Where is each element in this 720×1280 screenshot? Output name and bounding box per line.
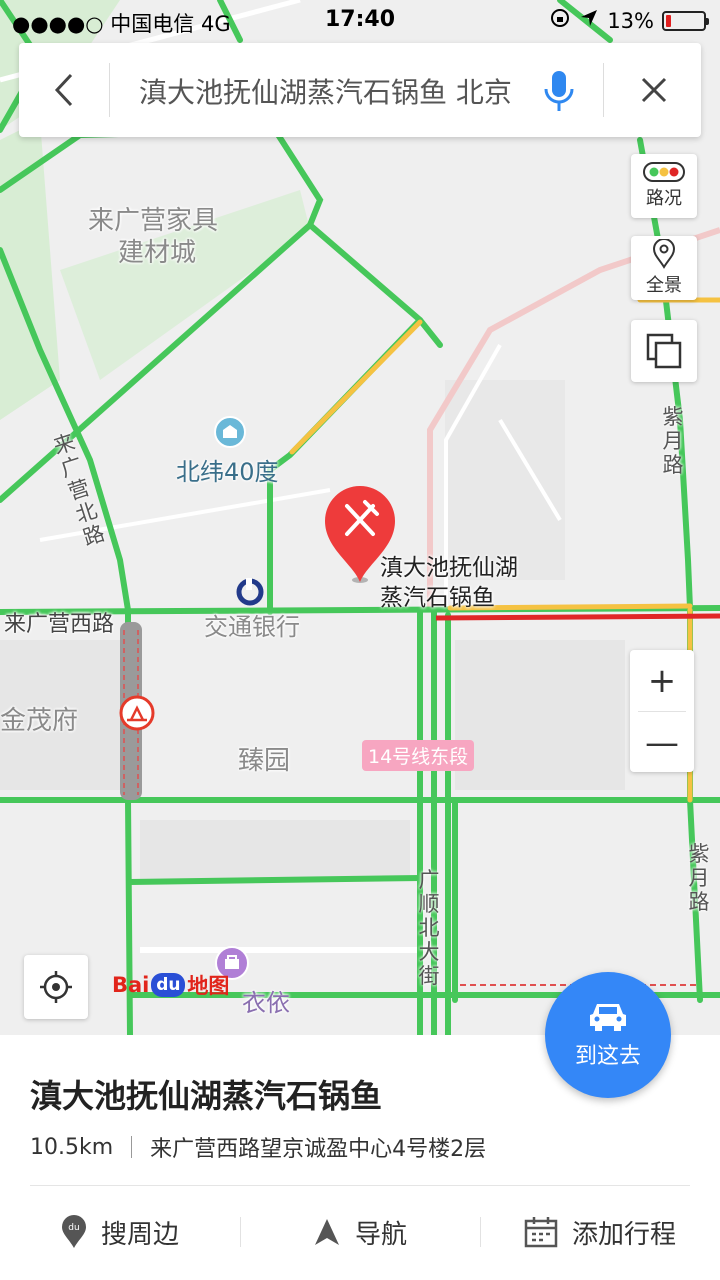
search-input[interactable]: 滇大池抚仙湖蒸汽石锅鱼 北京: [139, 71, 539, 111]
logo-text-map: 地图: [187, 974, 230, 998]
road-label-laiguangying-north: 来广营北路: [50, 429, 108, 551]
divider: [131, 1136, 133, 1158]
panorama-pin-icon: [652, 239, 676, 269]
go-here-button[interactable]: 到这去: [545, 972, 671, 1098]
go-here-label: 到这去: [574, 1044, 641, 1069]
svg-text:du: du: [68, 1223, 79, 1233]
map-label-laiguangying-west-road: 来广营西路: [4, 612, 115, 637]
search-nearby-label: 搜周边: [100, 1219, 179, 1250]
action-bar: du 搜周边 导航 添加行程: [0, 1195, 720, 1269]
back-button[interactable]: [19, 43, 109, 137]
map-label-furniture-city-2: 建材城: [118, 238, 197, 268]
divider: [30, 1185, 690, 1186]
place-distance: 10.5km: [30, 1134, 114, 1160]
panorama-button[interactable]: 全景: [631, 236, 697, 300]
orientation-lock-icon: [549, 7, 571, 34]
map-label-bank: 交通银行: [204, 613, 300, 641]
search-bar: 滇大池抚仙湖蒸汽石锅鱼 北京: [19, 43, 701, 137]
place-address: 来广营西路望京诚盈中心4号楼2层: [150, 1137, 487, 1162]
map-label-chanyi: 衣依: [242, 989, 290, 1017]
metro-line14-badge: 14号线东段: [362, 740, 475, 771]
poi-map-label[interactable]: 滇大池抚仙湖 蒸汽石锅鱼: [380, 553, 518, 613]
road-label-ziyue-top: 紫月路: [662, 405, 684, 477]
map-label-beiwei40: 北纬40度: [176, 458, 279, 486]
close-button[interactable]: [619, 43, 689, 137]
add-itinerary-label: 添加行程: [571, 1219, 676, 1250]
residential-icon: [214, 416, 246, 448]
traffic-label: 路况: [646, 188, 682, 209]
divider: [109, 63, 110, 117]
chevron-left-icon: [54, 73, 73, 107]
locate-me-button[interactable]: [24, 955, 88, 1019]
zoom-in-button[interactable]: +: [630, 650, 694, 711]
battery-icon: [662, 10, 709, 31]
construction-icon: [118, 694, 156, 732]
location-arrow-icon: [579, 8, 599, 33]
poi-label-line2: 蒸汽石锅鱼: [380, 585, 495, 611]
close-icon: [641, 77, 667, 103]
layers-button[interactable]: [631, 320, 697, 382]
logo-text-bai: Bai: [112, 973, 150, 997]
traffic-toggle-button[interactable]: 路况: [631, 154, 697, 218]
add-itinerary-button[interactable]: 添加行程: [480, 1195, 720, 1269]
crosshair-icon: [40, 971, 72, 1003]
layers-icon: [646, 333, 682, 369]
search-nearby-button[interactable]: du 搜周边: [0, 1195, 240, 1269]
road-label-ziyue-bottom: 紫月路: [688, 842, 710, 914]
zoom-controls: + —: [630, 650, 694, 772]
road-label-guangshun-north: 广顺北大街: [418, 868, 440, 988]
panorama-label: 全景: [646, 275, 682, 296]
car-icon: [590, 1004, 626, 1031]
status-bar: ●●●●○ 中国电信 4G 17:40 13%: [0, 0, 720, 40]
divider: [603, 63, 604, 117]
poi-label-line1: 滇大池抚仙湖: [380, 555, 518, 581]
traffic-light-icon: [643, 162, 685, 182]
microphone-icon[interactable]: [541, 69, 577, 113]
place-meta: 10.5km 来广营西路望京诚盈中心4号楼2层: [30, 1131, 486, 1163]
bank-icon: [236, 578, 264, 606]
zoom-out-button[interactable]: —: [630, 712, 694, 773]
map-view[interactable]: 来广营家具 建材城 北纬40度 来广营西路 交通银行 金茂府 臻园 14号线东段…: [0, 0, 720, 1035]
nearby-pin-icon: du: [61, 1215, 86, 1248]
place-name: 滇大池抚仙湖蒸汽石锅鱼: [30, 1077, 383, 1115]
navigation-arrow-icon: [314, 1219, 339, 1245]
navigate-label: 导航: [354, 1219, 407, 1250]
map-label-zhenyuan: 臻园: [238, 746, 291, 776]
calendar-icon: [524, 1217, 558, 1248]
logo-text-du: du: [151, 973, 186, 997]
baidu-map-logo: Bai du 地图: [112, 970, 229, 1000]
battery-percent: 13%: [607, 8, 654, 33]
map-label-jinmaofu: 金茂府: [0, 706, 79, 736]
battery-level: [666, 14, 671, 27]
navigate-button[interactable]: 导航: [240, 1195, 480, 1269]
